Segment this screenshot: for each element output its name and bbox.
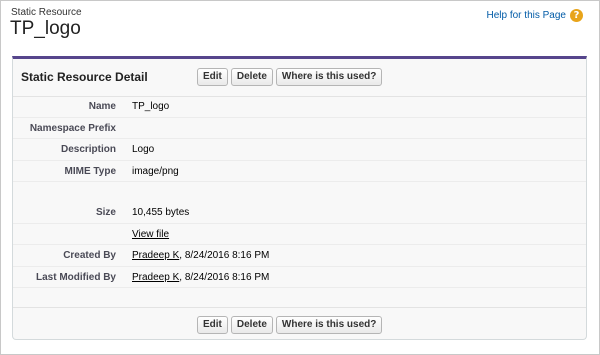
field-row-mime: MIME Type image/png <box>13 161 586 182</box>
detail-list: Name TP_logo Namespace Prefix Descriptio… <box>13 96 586 288</box>
detail-panel: Static Resource Detail Edit Delete Where… <box>12 56 587 340</box>
field-value: Logo <box>132 144 155 155</box>
field-label: Size <box>95 207 116 218</box>
view-file-link[interactable]: View file <box>132 229 169 240</box>
field-label: Name <box>88 101 116 112</box>
field-spacer <box>13 182 586 202</box>
field-value: image/png <box>132 165 179 177</box>
edit-button[interactable]: Edit <box>197 68 228 86</box>
top-button-row: Edit Delete Where is this used? <box>197 68 383 86</box>
field-value: 10,455 bytes <box>132 207 190 218</box>
field-label: MIME Type <box>64 165 116 177</box>
field-row-last-modified-by: Last Modified By Pradeep K, 8/24/2016 8:… <box>13 267 586 288</box>
question-icon[interactable]: ? <box>570 9 583 22</box>
created-by-user-link[interactable]: Pradeep K <box>132 250 179 261</box>
field-label: Last Modified By <box>35 271 116 283</box>
panel-title: Static Resource Detail <box>21 70 148 84</box>
where-used-button[interactable]: Where is this used? <box>275 68 383 86</box>
field-row-size: Size 10,455 bytes <box>13 202 586 224</box>
field-label: Created By <box>63 250 116 261</box>
field-label: Namespace Prefix <box>29 122 116 134</box>
field-row-view-file: View file <box>13 224 586 245</box>
field-row-namespace: Namespace Prefix <box>13 118 586 139</box>
field-label: Description <box>60 144 116 155</box>
page-title: TP_logo <box>10 18 81 39</box>
field-row-name: Name TP_logo <box>13 96 586 118</box>
delete-button[interactable]: Delete <box>230 68 273 86</box>
page-frame: Static Resource TP_logo Help for this Pa… <box>0 0 600 355</box>
help-link[interactable]: Help for this Page <box>487 10 567 21</box>
page-subtitle: Static Resource <box>11 7 82 18</box>
edit-button-bottom[interactable]: Edit <box>197 316 228 334</box>
panel-footer <box>13 307 586 308</box>
field-value: TP_logo <box>132 101 170 112</box>
bottom-button-row: Edit Delete Where is this used? <box>197 316 383 334</box>
where-used-button-bottom[interactable]: Where is this used? <box>275 316 383 334</box>
last-modified-user-link[interactable]: Pradeep K <box>132 272 179 283</box>
help-section: Help for this Page ? <box>487 9 583 22</box>
last-modified-date: , 8/24/2016 8:16 PM <box>179 271 270 283</box>
panel-header: Static Resource Detail Edit Delete Where… <box>13 59 586 97</box>
field-row-description: Description Logo <box>13 139 586 161</box>
field-row-created-by: Created By Pradeep K, 8/24/2016 8:16 PM <box>13 245 586 267</box>
delete-button-bottom[interactable]: Delete <box>230 316 273 334</box>
created-date: , 8/24/2016 8:16 PM <box>179 250 270 261</box>
